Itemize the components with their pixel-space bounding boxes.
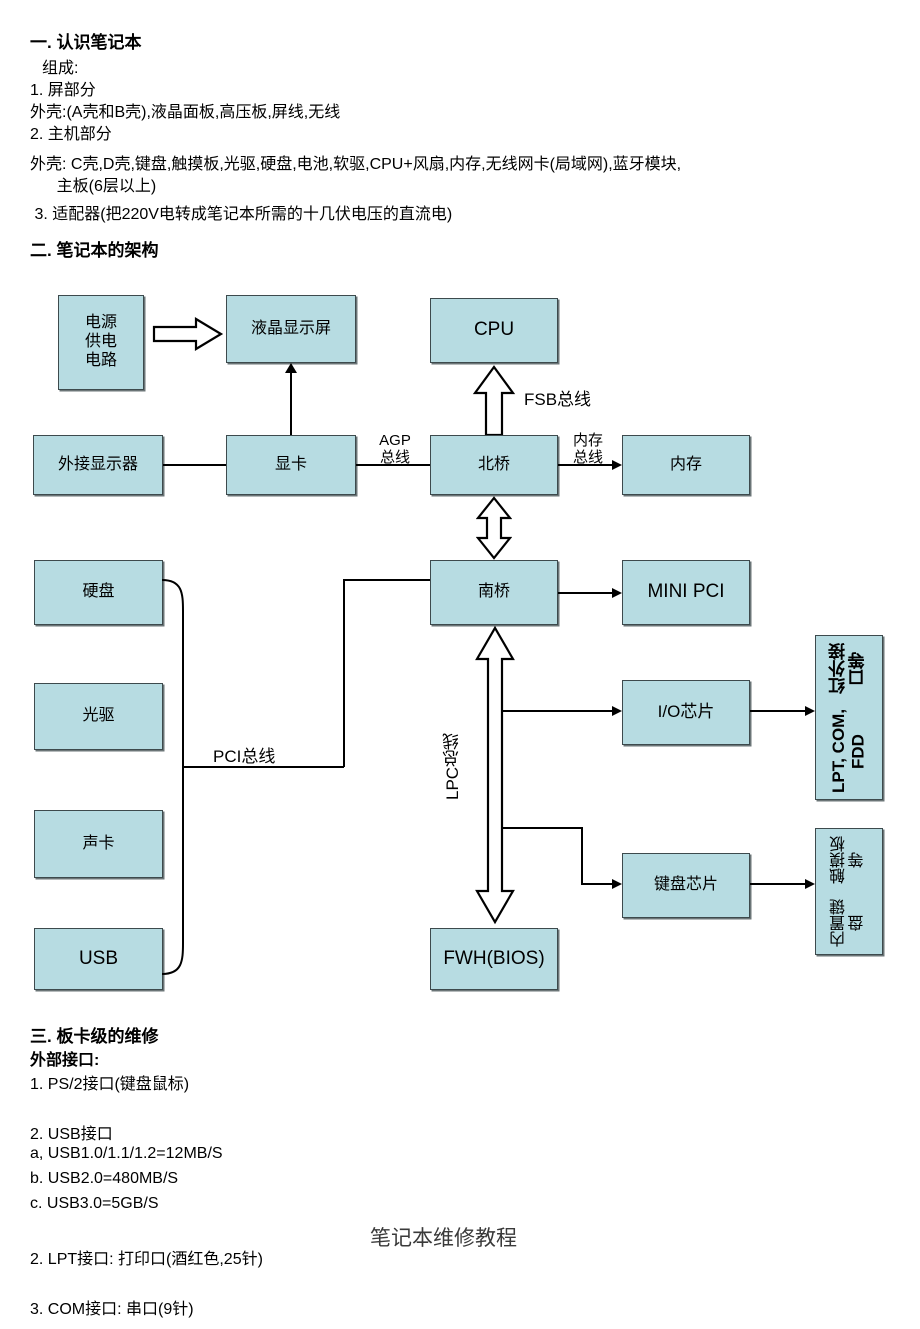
course-watermark: 笔记本维修教程 bbox=[370, 1227, 517, 1250]
node-gpu-label: 显卡 bbox=[274, 455, 307, 473]
line-pci-riser bbox=[343, 579, 345, 767]
line-pci-to-southbridge bbox=[343, 579, 433, 581]
node-optical-drive-label: 光驱 bbox=[82, 707, 115, 725]
s3-line-4: c. USB3.0=5GB/S bbox=[30, 1195, 159, 1212]
arrowhead-kbd-chip-to-devices bbox=[805, 878, 815, 889]
line-lpc-to-io-chip bbox=[501, 710, 614, 712]
s3-line-1: 2. USB接口 bbox=[30, 1126, 113, 1143]
line-lpc-branch-kbd-top bbox=[501, 827, 583, 829]
node-mini-pci-label: MINI PCI bbox=[647, 581, 725, 603]
s1-line-2: 外壳:(A壳和B壳),液晶面板,高压板,屏线,无线 bbox=[30, 104, 341, 121]
line-gpu-to-lcd bbox=[290, 371, 292, 439]
hollow-arrow-lpc bbox=[473, 625, 517, 925]
node-northbridge-label: 北桥 bbox=[477, 455, 510, 473]
node-legacy-ports: LPT, COM, FDD 红外接口等 bbox=[815, 635, 883, 800]
section-1-title: 一. 认识笔记本 bbox=[30, 33, 142, 52]
s1-line-1: 1. 屏部分 bbox=[30, 82, 96, 99]
architecture-diagram: 电源 供电 电路 液晶显示屏 CPU FSB总线 外接显示器 显卡 北桥 内存 … bbox=[0, 255, 920, 1015]
node-power-supply: 电源 供电 电路 bbox=[58, 295, 144, 390]
bus-label-agp-line2: 总线 bbox=[379, 448, 410, 466]
node-internal-input-devices-wrap: 内置键盘 触摸板等 bbox=[831, 829, 868, 954]
node-usb: USB bbox=[34, 928, 163, 990]
node-fwh-bios: FWH(BIOS) bbox=[430, 928, 558, 990]
node-sound-card: 声卡 bbox=[34, 810, 163, 878]
bus-label-memory-line1: 内存 bbox=[572, 432, 603, 449]
s3-line-6: 3. COM接口: 串口(9针) bbox=[30, 1301, 194, 1318]
node-gpu: 显卡 bbox=[226, 435, 356, 495]
node-optical-drive: 光驱 bbox=[34, 683, 163, 750]
node-legacy-ports-line2: 红外接口等 bbox=[829, 643, 868, 695]
arrowhead-io-chip-to-ports bbox=[805, 705, 815, 716]
node-fwh-bios-label: FWH(BIOS) bbox=[443, 947, 545, 969]
s3-line-2: a, USB1.0/1.1/1.2=12MB/S bbox=[30, 1145, 223, 1162]
s1-line-5: 主板(6层以上) bbox=[30, 178, 157, 195]
node-mini-pci: MINI PCI bbox=[622, 560, 750, 625]
bus-label-memory-line2: 总线 bbox=[572, 448, 603, 466]
bus-label-memory: 内存 总线 bbox=[562, 432, 614, 467]
line-pci-horizontal bbox=[196, 766, 344, 768]
arrowhead-lpc-to-kbd-chip bbox=[612, 878, 622, 889]
node-keyboard-chip: 键盘芯片 bbox=[622, 853, 750, 918]
node-northbridge: 北桥 bbox=[430, 435, 558, 495]
s1-line-6: 3. 适配器(把220V电转成笔记本所需的十几伏电压的直流电) bbox=[30, 206, 453, 223]
line-kbd-chip-to-devices bbox=[750, 883, 807, 885]
node-memory-label: 内存 bbox=[669, 455, 702, 473]
node-io-chip: I/O芯片 bbox=[622, 680, 750, 745]
node-legacy-ports-wrap: LPT, COM, FDD 红外接口等 bbox=[829, 636, 868, 799]
node-hdd-label: 硬盘 bbox=[82, 583, 115, 601]
bus-label-pci: PCI总线 bbox=[213, 747, 276, 766]
section-3-title: 三. 板卡级的维修 bbox=[30, 1027, 159, 1046]
arrowhead-gpu-to-lcd bbox=[285, 363, 297, 373]
line-io-chip-to-ports bbox=[750, 710, 807, 712]
line-southbridge-to-minipci bbox=[558, 592, 614, 594]
s3-line-5: 2. LPT接口: 打印口(酒红色,25针) bbox=[30, 1251, 263, 1268]
node-external-monitor-label: 外接显示器 bbox=[57, 455, 138, 473]
s3-line-0: 1. PS/2接口(键盘鼠标) bbox=[30, 1076, 190, 1093]
node-hdd: 硬盘 bbox=[34, 560, 163, 625]
bus-label-agp: AGP 总线 bbox=[362, 432, 428, 467]
node-legacy-ports-line1: LPT, COM, FDD bbox=[829, 709, 868, 794]
node-usb-label: USB bbox=[78, 947, 119, 969]
line-lpc-branch-kbd-drop bbox=[581, 827, 583, 884]
node-cpu-label: CPU bbox=[473, 319, 515, 341]
bus-label-fsb: FSB总线 bbox=[524, 390, 592, 409]
node-lcd-display-label: 液晶显示屏 bbox=[250, 319, 331, 337]
line-monitor-to-gpu bbox=[163, 464, 226, 466]
node-cpu: CPU bbox=[430, 298, 558, 363]
node-power-supply-line1: 电源 bbox=[84, 314, 117, 332]
node-keyboard-chip-label: 键盘芯片 bbox=[653, 876, 718, 894]
node-memory: 内存 bbox=[622, 435, 750, 495]
node-southbridge: 南桥 bbox=[430, 560, 558, 625]
hollow-arrow-northbridge-southbridge bbox=[476, 496, 512, 560]
hollow-arrow-fsb bbox=[472, 365, 516, 437]
arrowhead-southbridge-to-minipci bbox=[612, 587, 622, 598]
bus-label-lpc: LPC总线 bbox=[443, 732, 462, 800]
node-lcd-display: 液晶显示屏 bbox=[226, 295, 356, 363]
s1-line-4: 外壳: C壳,D壳,键盘,触摸板,光驱,硬盘,电池,软驱,CPU+风扇,内存,无… bbox=[30, 156, 682, 173]
section-3-subtitle: 外部接口: bbox=[30, 1052, 100, 1069]
node-io-chip-label: I/O芯片 bbox=[657, 702, 715, 722]
node-power-supply-line3: 电路 bbox=[84, 351, 117, 369]
bus-label-agp-line1: AGP bbox=[379, 432, 411, 449]
node-southbridge-label: 南桥 bbox=[477, 583, 510, 601]
line-lpc-branch-kbd-run bbox=[581, 883, 614, 885]
node-sound-card-label: 声卡 bbox=[82, 834, 115, 852]
hollow-arrow-power-to-lcd bbox=[152, 317, 224, 351]
node-external-monitor: 外接显示器 bbox=[33, 435, 163, 495]
page-root: 一. 认识笔记本 组成: 1. 屏部分 外壳:(A壳和B壳),液晶面板,高压板,… bbox=[0, 0, 920, 1329]
node-power-supply-line2: 供电 bbox=[84, 333, 117, 351]
node-internal-input-devices-line1: 内置键盘 bbox=[830, 899, 866, 948]
node-internal-input-devices-line2: 触摸板等 bbox=[830, 835, 866, 884]
node-internal-input-devices: 内置键盘 触摸板等 bbox=[815, 828, 883, 955]
s1-line-0: 组成: bbox=[42, 60, 79, 77]
s1-line-3: 2. 主机部分 bbox=[30, 126, 112, 143]
arrowhead-lpc-to-io-chip bbox=[612, 705, 622, 716]
pci-group-brace bbox=[160, 577, 200, 982]
s3-line-3: b. USB2.0=480MB/S bbox=[30, 1170, 179, 1187]
